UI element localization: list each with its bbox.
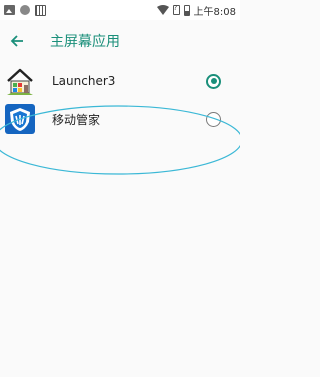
launcher-house-icon <box>7 68 33 95</box>
wifi-icon <box>156 5 169 15</box>
arrow-back-icon <box>10 35 23 47</box>
app-name-mobile-manager: 移动管家 <box>52 112 101 127</box>
status-right: 上午8:08 <box>156 3 236 18</box>
back-button[interactable] <box>0 20 34 62</box>
radio-launcher3[interactable] <box>206 73 221 89</box>
home-app-list: Launcher3 移动管家 <box>0 62 240 138</box>
radio-mobile-manager[interactable] <box>206 111 221 127</box>
news-icon <box>35 4 46 16</box>
app-name-launcher3: Launcher3 <box>52 74 116 88</box>
page-title: 主屏幕应用 <box>50 34 120 50</box>
sim-icon <box>172 4 180 15</box>
shield-manager-icon <box>5 104 35 134</box>
app-bar: 主屏幕应用 <box>0 20 240 62</box>
image-icon <box>4 5 15 15</box>
dot-icon <box>20 5 30 15</box>
list-item-launcher3[interactable]: Launcher3 <box>0 62 240 100</box>
list-item-mobile-manager[interactable]: 移动管家 <box>0 100 240 138</box>
status-bar: 上午8:08 <box>0 0 240 20</box>
status-left <box>4 4 46 16</box>
battery-icon <box>183 4 190 16</box>
status-time: 上午8:08 <box>193 6 236 18</box>
